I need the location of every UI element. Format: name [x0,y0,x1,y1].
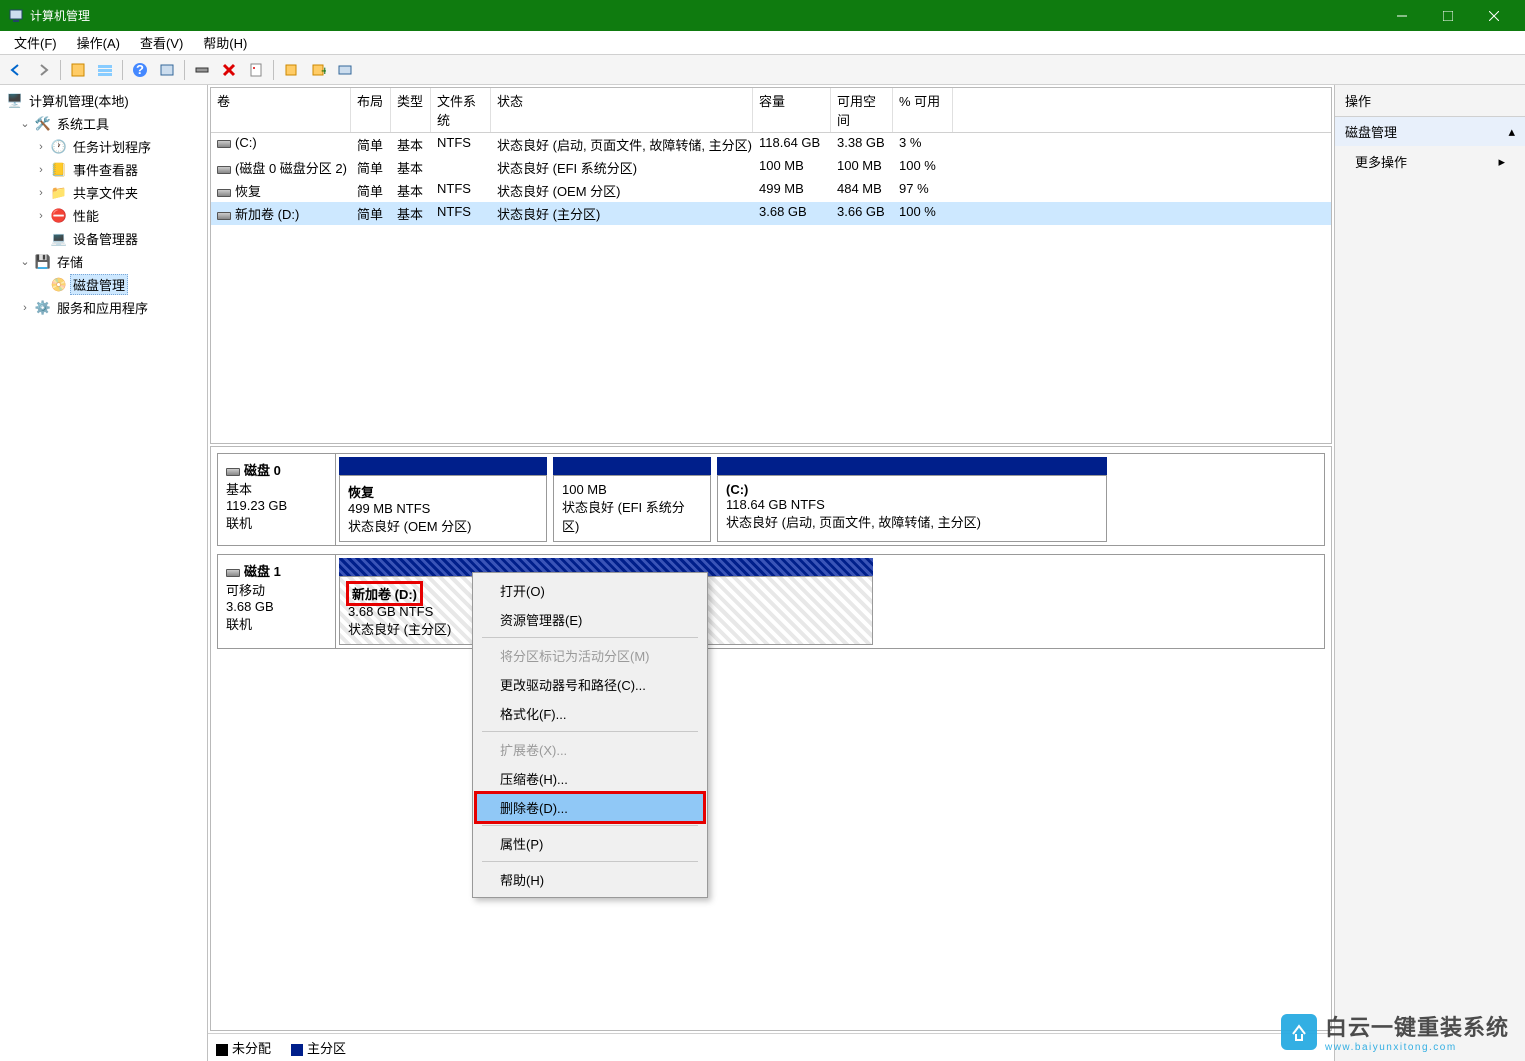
tools-icon: 🛠️ [35,116,51,132]
legend-primary: 主分区 [291,1038,346,1057]
tree-system-tools[interactable]: ⌄🛠️系统工具 [2,112,205,135]
tree-event-viewer[interactable]: ›📒事件查看器 [2,158,205,181]
tree-root[interactable]: 🖥️计算机管理(本地) [2,89,205,112]
ctx-shrink[interactable]: 压缩卷(H)... [476,764,704,793]
col-capacity[interactable]: 容量 [753,88,831,132]
tree-task-scheduler[interactable]: ›🕐任务计划程序 [2,135,205,158]
menu-view[interactable]: 查看(V) [130,31,193,54]
watermark: 白云一键重装系统 www.baiyunxitong.com [1281,1010,1509,1053]
event-icon: 📒 [51,162,67,178]
disk-info[interactable]: 磁盘 1可移动3.68 GB联机 [218,555,336,648]
context-menu: 打开(O) 资源管理器(E) 将分区标记为活动分区(M) 更改驱动器号和路径(C… [472,572,708,898]
disk-row: 磁盘 0基本119.23 GB联机恢复499 MB NTFS状态良好 (OEM … [217,453,1325,546]
menubar: 文件(F) 操作(A) 查看(V) 帮助(H) [0,31,1525,55]
tool-c-icon[interactable] [333,58,357,82]
ctx-format[interactable]: 格式化(F)... [476,699,704,728]
disk-graphical-view: 磁盘 0基本119.23 GB联机恢复499 MB NTFS状态良好 (OEM … [210,446,1332,1031]
menu-file[interactable]: 文件(F) [4,31,67,54]
col-status[interactable]: 状态 [491,88,753,132]
tree-services[interactable]: ›⚙️服务和应用程序 [2,296,205,319]
actions-section-disk[interactable]: 磁盘管理 ▴ [1335,117,1525,146]
ctx-delete-volume[interactable]: 删除卷(D)... [476,793,704,822]
volume-list-header: 卷 布局 类型 文件系统 状态 容量 可用空间 % 可用 [211,88,1331,133]
refresh-button[interactable] [155,58,179,82]
volume-row[interactable]: (C:)简单基本NTFS状态良好 (启动, 页面文件, 故障转储, 主分区)11… [211,133,1331,156]
toolbar: ? + [0,55,1525,85]
show-hide-tree-button[interactable] [66,58,90,82]
tree-pane: 🖥️计算机管理(本地) ⌄🛠️系统工具 ›🕐任务计划程序 ›📒事件查看器 ›📁共… [0,85,208,1061]
folder-icon: 📁 [51,185,67,201]
perf-icon: ⛔ [51,208,67,224]
tool-a-icon[interactable] [279,58,303,82]
ctx-properties[interactable]: 属性(P) [476,829,704,858]
ctx-mark-active: 将分区标记为活动分区(M) [476,641,704,670]
col-pct[interactable]: % 可用 [893,88,953,132]
legend: 未分配 主分区 [208,1033,1334,1061]
watermark-icon [1281,1014,1317,1050]
volume-row[interactable]: 恢复简单基本NTFS状态良好 (OEM 分区)499 MB484 MB97 % [211,179,1331,202]
actions-more[interactable]: 更多操作 ▸ [1335,146,1525,177]
services-icon: ⚙️ [35,300,51,316]
storage-icon: 💾 [35,254,51,270]
ctx-extend: 扩展卷(X)... [476,735,704,764]
window-title: 计算机管理 [30,7,1379,24]
ctx-open[interactable]: 打开(O) [476,576,704,605]
back-button[interactable] [4,58,28,82]
ctx-explorer[interactable]: 资源管理器(E) [476,605,704,634]
disk-row: 磁盘 1可移动3.68 GB联机新加卷 (D:)3.68 GB NTFS状态良好… [217,554,1325,649]
tree-disk-management[interactable]: 📀磁盘管理 [2,273,205,296]
disk-icon: 📀 [51,277,67,293]
device-icon: 💻 [51,231,67,247]
ctx-change-drive[interactable]: 更改驱动器号和路径(C)... [476,670,704,699]
partition[interactable]: (C:)118.64 GB NTFS状态良好 (启动, 页面文件, 故障转储, … [717,457,1107,542]
partition[interactable]: 恢复499 MB NTFS状态良好 (OEM 分区) [339,457,547,542]
watermark-title: 白云一键重装系统 [1325,1010,1509,1042]
volume-row[interactable]: (磁盘 0 磁盘分区 2)简单基本状态良好 (EFI 系统分区)100 MB10… [211,156,1331,179]
tree-device-manager[interactable]: 💻设备管理器 [2,227,205,250]
ctx-help[interactable]: 帮助(H) [476,865,704,894]
volume-list: 卷 布局 类型 文件系统 状态 容量 可用空间 % 可用 (C:)简单基本NTF… [210,87,1332,444]
tree-storage[interactable]: ⌄💾存储 [2,250,205,273]
tree-performance[interactable]: ›⛔性能 [2,204,205,227]
close-button[interactable] [1471,0,1517,31]
partition[interactable]: 100 MB状态良好 (EFI 系统分区) [553,457,711,542]
help-button[interactable]: ? [128,58,152,82]
delete-icon[interactable] [217,58,241,82]
actions-header: 操作 [1335,85,1525,117]
tool-b-icon[interactable]: + [306,58,330,82]
tool-config-icon[interactable] [190,58,214,82]
volume-row[interactable]: 新加卷 (D:)简单基本NTFS状态良好 (主分区)3.68 GB3.66 GB… [211,202,1331,225]
menu-help[interactable]: 帮助(H) [193,31,257,54]
col-volume[interactable]: 卷 [211,88,351,132]
clock-icon: 🕐 [51,139,67,155]
disk-info[interactable]: 磁盘 0基本119.23 GB联机 [218,454,336,545]
collapse-icon: ▴ [1508,124,1515,140]
maximize-button[interactable] [1425,0,1471,31]
properties-icon[interactable] [244,58,268,82]
svg-text:+: + [321,63,326,78]
menu-action[interactable]: 操作(A) [67,31,130,54]
actions-pane: 操作 磁盘管理 ▴ 更多操作 ▸ [1335,85,1525,1061]
app-icon [8,8,24,24]
minimize-button[interactable] [1379,0,1425,31]
titlebar: 计算机管理 [0,0,1525,31]
legend-unallocated: 未分配 [216,1038,271,1057]
view-button[interactable] [93,58,117,82]
chevron-right-icon: ▸ [1498,154,1505,170]
col-type[interactable]: 类型 [391,88,431,132]
watermark-url: www.baiyunxitong.com [1325,1042,1509,1053]
col-free[interactable]: 可用空间 [831,88,893,132]
computer-icon: 🖥️ [7,93,23,109]
col-layout[interactable]: 布局 [351,88,391,132]
content-pane: 卷 布局 类型 文件系统 状态 容量 可用空间 % 可用 (C:)简单基本NTF… [208,85,1335,1061]
tree-shared-folders[interactable]: ›📁共享文件夹 [2,181,205,204]
svg-text:?: ? [136,62,144,77]
col-fs[interactable]: 文件系统 [431,88,491,132]
forward-button[interactable] [31,58,55,82]
